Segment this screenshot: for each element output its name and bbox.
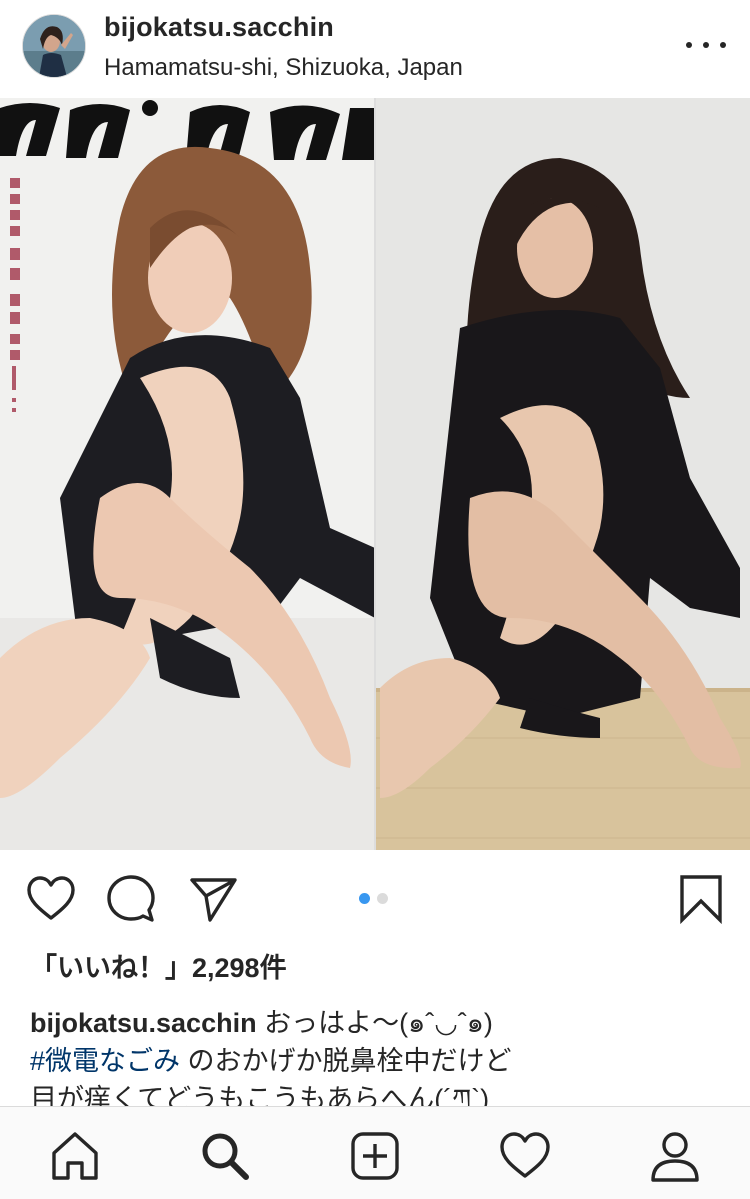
caption-username[interactable]: bijokatsu.sacchin <box>30 1008 257 1038</box>
activity-heart-icon[interactable] <box>498 1129 552 1183</box>
caption-text-1: おっはよ〜(๑ˆ◡ˆ๑) <box>256 1008 493 1038</box>
send-icon[interactable] <box>188 874 238 924</box>
heart-icon[interactable] <box>26 874 76 924</box>
post-username[interactable]: bijokatsu.sacchin <box>104 12 334 43</box>
post-photo-carousel[interactable] <box>0 98 750 850</box>
magazine-photo <box>0 98 375 850</box>
post-header: bijokatsu.sacchin Hamamatsu-shi, Shizuok… <box>0 0 750 98</box>
recreation-photo <box>376 98 750 850</box>
carousel-indicator <box>359 893 388 904</box>
carousel-dot <box>377 893 388 904</box>
post-caption: bijokatsu.sacchin おっはよ〜(๑ˆ◡ˆ๑) #微電なごみ のお… <box>30 1004 730 1118</box>
bottom-tab-bar <box>0 1106 750 1199</box>
bookmark-icon[interactable] <box>676 874 726 924</box>
caption-text-2: のおかげか脱鼻栓中だけど <box>180 1046 512 1076</box>
profile-icon[interactable] <box>648 1129 702 1183</box>
likes-count[interactable]: 「いいね！」2,298件 <box>30 946 287 985</box>
carousel-dot-active <box>359 893 370 904</box>
post-location[interactable]: Hamamatsu-shi, Shizuoka, Japan <box>104 54 463 82</box>
more-options-icon[interactable] <box>686 32 726 58</box>
caption-line-2: #微電なごみ のおかげか脱鼻栓中だけど <box>30 1042 730 1080</box>
comment-icon[interactable] <box>106 874 156 924</box>
caption-line-1: bijokatsu.sacchin おっはよ〜(๑ˆ◡ˆ๑) <box>30 1004 730 1042</box>
add-post-icon[interactable] <box>348 1129 402 1183</box>
home-icon[interactable] <box>48 1129 102 1183</box>
caption-hashtag[interactable]: #微電なごみ <box>30 1046 180 1076</box>
avatar[interactable] <box>22 14 86 78</box>
search-icon[interactable] <box>198 1129 252 1183</box>
